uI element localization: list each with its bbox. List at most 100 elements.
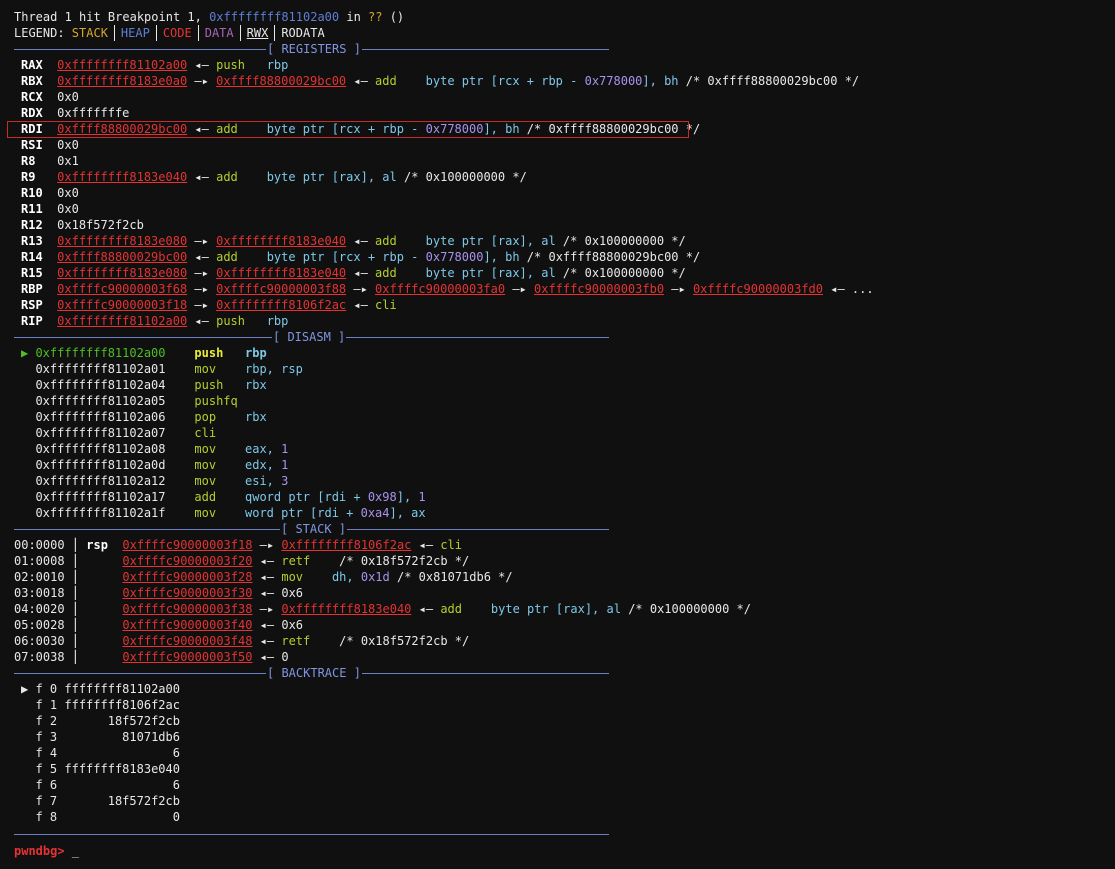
operands: qword ptr [rdi + 0x98], 1 [245, 490, 426, 504]
backtrace-frame: f 1 ffffffff8106f2ac [21, 697, 180, 713]
register-value: 0x0 [57, 90, 79, 104]
disasm-row: 0xffffffff81102a1f mov word ptr [rdi + 0… [21, 505, 425, 521]
stack-gutter: │ [64, 570, 87, 584]
stack-row: 00:0000 │ rsp 0xffffc90000003f18 —▸ 0xff… [14, 538, 462, 552]
register-name: R11 [21, 202, 43, 216]
pointer-arrow: —▸ [505, 282, 534, 296]
frame-address: 81071db6 [64, 730, 180, 744]
register-pointer: 0xffffffff8183e080 [57, 266, 188, 280]
frame-marker [21, 746, 35, 760]
legend-label: LEGEND: [14, 26, 72, 40]
register-value: 0x0 [57, 202, 79, 216]
disasm-mnemonic: pushfq [194, 394, 238, 408]
disasm-section-header: [ DISASM ] [14, 329, 609, 345]
register-row-r13: R13 0xffffffff8183e080 —▸ 0xffffffff8183… [21, 234, 686, 248]
stack-address: 0xffffc90000003f48 [122, 634, 253, 648]
stack-pointer: 0xffffc90000003fd0 [692, 282, 823, 296]
frame-number: f 4 [35, 746, 58, 760]
disasm-mnemonic: cli [194, 426, 217, 440]
register-name: R10 [21, 186, 43, 200]
stack-offset: 06:0030 [14, 634, 65, 648]
disasm-mnemonic: push [194, 346, 224, 360]
deref-pointer: 0xffffffff8106f2ac [216, 298, 347, 312]
stack-address: 0xffffc90000003f28 [122, 570, 253, 584]
register-name: R14 [21, 250, 43, 264]
stack-address: 0xffffc90000003f30 [122, 586, 253, 600]
disasm-address: 0xffffffff81102a1f [35, 506, 166, 520]
disasm-row: 0xffffffff81102a06 pop rbx [21, 409, 267, 425]
disasm-mnemonic: mov [194, 458, 217, 472]
stack-address: 0xffffc90000003f38 [122, 602, 253, 616]
register-value: 0x1 [57, 154, 79, 168]
stack-row: 04:0020 │ 0xffffc90000003f38 —▸ 0xffffff… [14, 602, 752, 616]
register-row-rsp: RSP 0xffffc90000003f18 —▸ 0xffffffff8106… [21, 298, 397, 312]
disasm-address: 0xffffffff81102a05 [35, 394, 166, 408]
backtrace-section-header: [ BACKTRACE ] [14, 665, 609, 681]
register-name: R13 [21, 234, 43, 248]
comment: /* 0x81071db6 */ [397, 570, 513, 584]
backtrace-frame: f 3 81071db6 [21, 729, 180, 745]
register-name: R12 [21, 218, 43, 232]
operands: esi, 3 [245, 474, 289, 488]
operands: rbx [245, 378, 267, 392]
legend-data: DATA [204, 26, 234, 40]
breakpoint-address: 0xffffffff81102a00 [209, 10, 340, 24]
stack-gutter: │ [64, 618, 87, 632]
register-name: RSI [21, 138, 43, 152]
operands: rbx [245, 410, 267, 424]
register-row-r9: R9 0xffffffff8183e040 ◂— add byte ptr [r… [21, 170, 527, 184]
stack-gutter: │ [64, 602, 87, 616]
operands: byte ptr [rcx + rbp - 0x778000], bh [425, 74, 679, 88]
disasm-address: 0xffffffff81102a12 [35, 474, 166, 488]
disasm-address: 0xffffffff81102a00 [35, 346, 166, 360]
stack-value: 0x6 [281, 586, 304, 600]
stack-address: 0xffffc90000003f18 [122, 538, 253, 552]
register-row-r11: R11 0x0 [21, 201, 79, 217]
prompt-cursor[interactable]: _ [72, 844, 79, 858]
stack-row: 02:0010 │ 0xffffc90000003f28 ◂— mov dh, … [14, 570, 513, 584]
register-row-rbp: RBP 0xffffc90000003f68 —▸ 0xffffc9000000… [21, 282, 874, 296]
current-arrow-icon: ▶ [21, 346, 36, 360]
legend-rwx: RWX [246, 26, 269, 40]
backtrace-frame: f 7 18f572f2cb [21, 793, 180, 809]
frame-number: f 1 [35, 698, 58, 712]
comment: /* 0xffff88800029bc00 */ [685, 74, 860, 88]
stack-offset: 02:0010 [14, 570, 65, 584]
deref-pointer: 0xffff88800029bc00 [216, 74, 347, 88]
frame-marker [21, 778, 35, 792]
comment: /* 0x100000000 */ [403, 170, 527, 184]
register-value: 0x0 [57, 138, 79, 152]
frame-number: f 2 [35, 714, 58, 728]
register-pointer: 0xffffffff8183e080 [57, 234, 188, 248]
operands: byte ptr [rax], al [425, 266, 556, 280]
deref-pointer: 0xffffffff8183e040 [216, 266, 347, 280]
comment: /* 0x100000000 */ [562, 234, 686, 248]
stack-row: 01:0008 │ 0xffffc90000003f20 ◂— retf /* … [14, 554, 470, 568]
operands: byte ptr [rcx + rbp - 0x778000], bh [266, 250, 520, 264]
deref-pointer: 0xffffffff8106f2ac [281, 538, 412, 552]
stack-gutter: │ [64, 650, 87, 664]
stack-address: 0xffffc90000003f40 [122, 618, 253, 632]
frame-number: f 5 [35, 762, 58, 776]
instruction: push [216, 58, 245, 72]
frame-address: 6 [64, 778, 180, 792]
stack-offset: 04:0020 [14, 602, 65, 616]
register-value: 0xfffffffe [57, 106, 130, 120]
register-pointer: 0xffffffff8183e0a0 [57, 74, 188, 88]
command-prompt[interactable]: pwndbg> _ [14, 843, 79, 859]
frame-marker [21, 810, 35, 824]
stack-row: 05:0028 │ 0xffffc90000003f40 ◂— 0x6 [14, 618, 304, 632]
frame-marker [21, 698, 35, 712]
backtrace-frame: f 8 0 [21, 809, 180, 825]
legend-code: CODE [162, 26, 192, 40]
disasm-mnemonic: mov [194, 506, 217, 520]
stack-offset: 05:0028 [14, 618, 65, 632]
disasm-address: 0xffffffff81102a17 [35, 490, 166, 504]
register-name: RCX [21, 90, 43, 104]
frame-marker [21, 730, 35, 744]
stack-address: 0xffffc90000003f20 [122, 554, 253, 568]
register-row-r14: R14 0xffff88800029bc00 ◂— add byte ptr [… [21, 250, 701, 264]
deref-pointer: 0xffffffff8183e040 [281, 602, 412, 616]
register-value: 0x0 [57, 186, 79, 200]
instruction: cli [375, 298, 397, 312]
